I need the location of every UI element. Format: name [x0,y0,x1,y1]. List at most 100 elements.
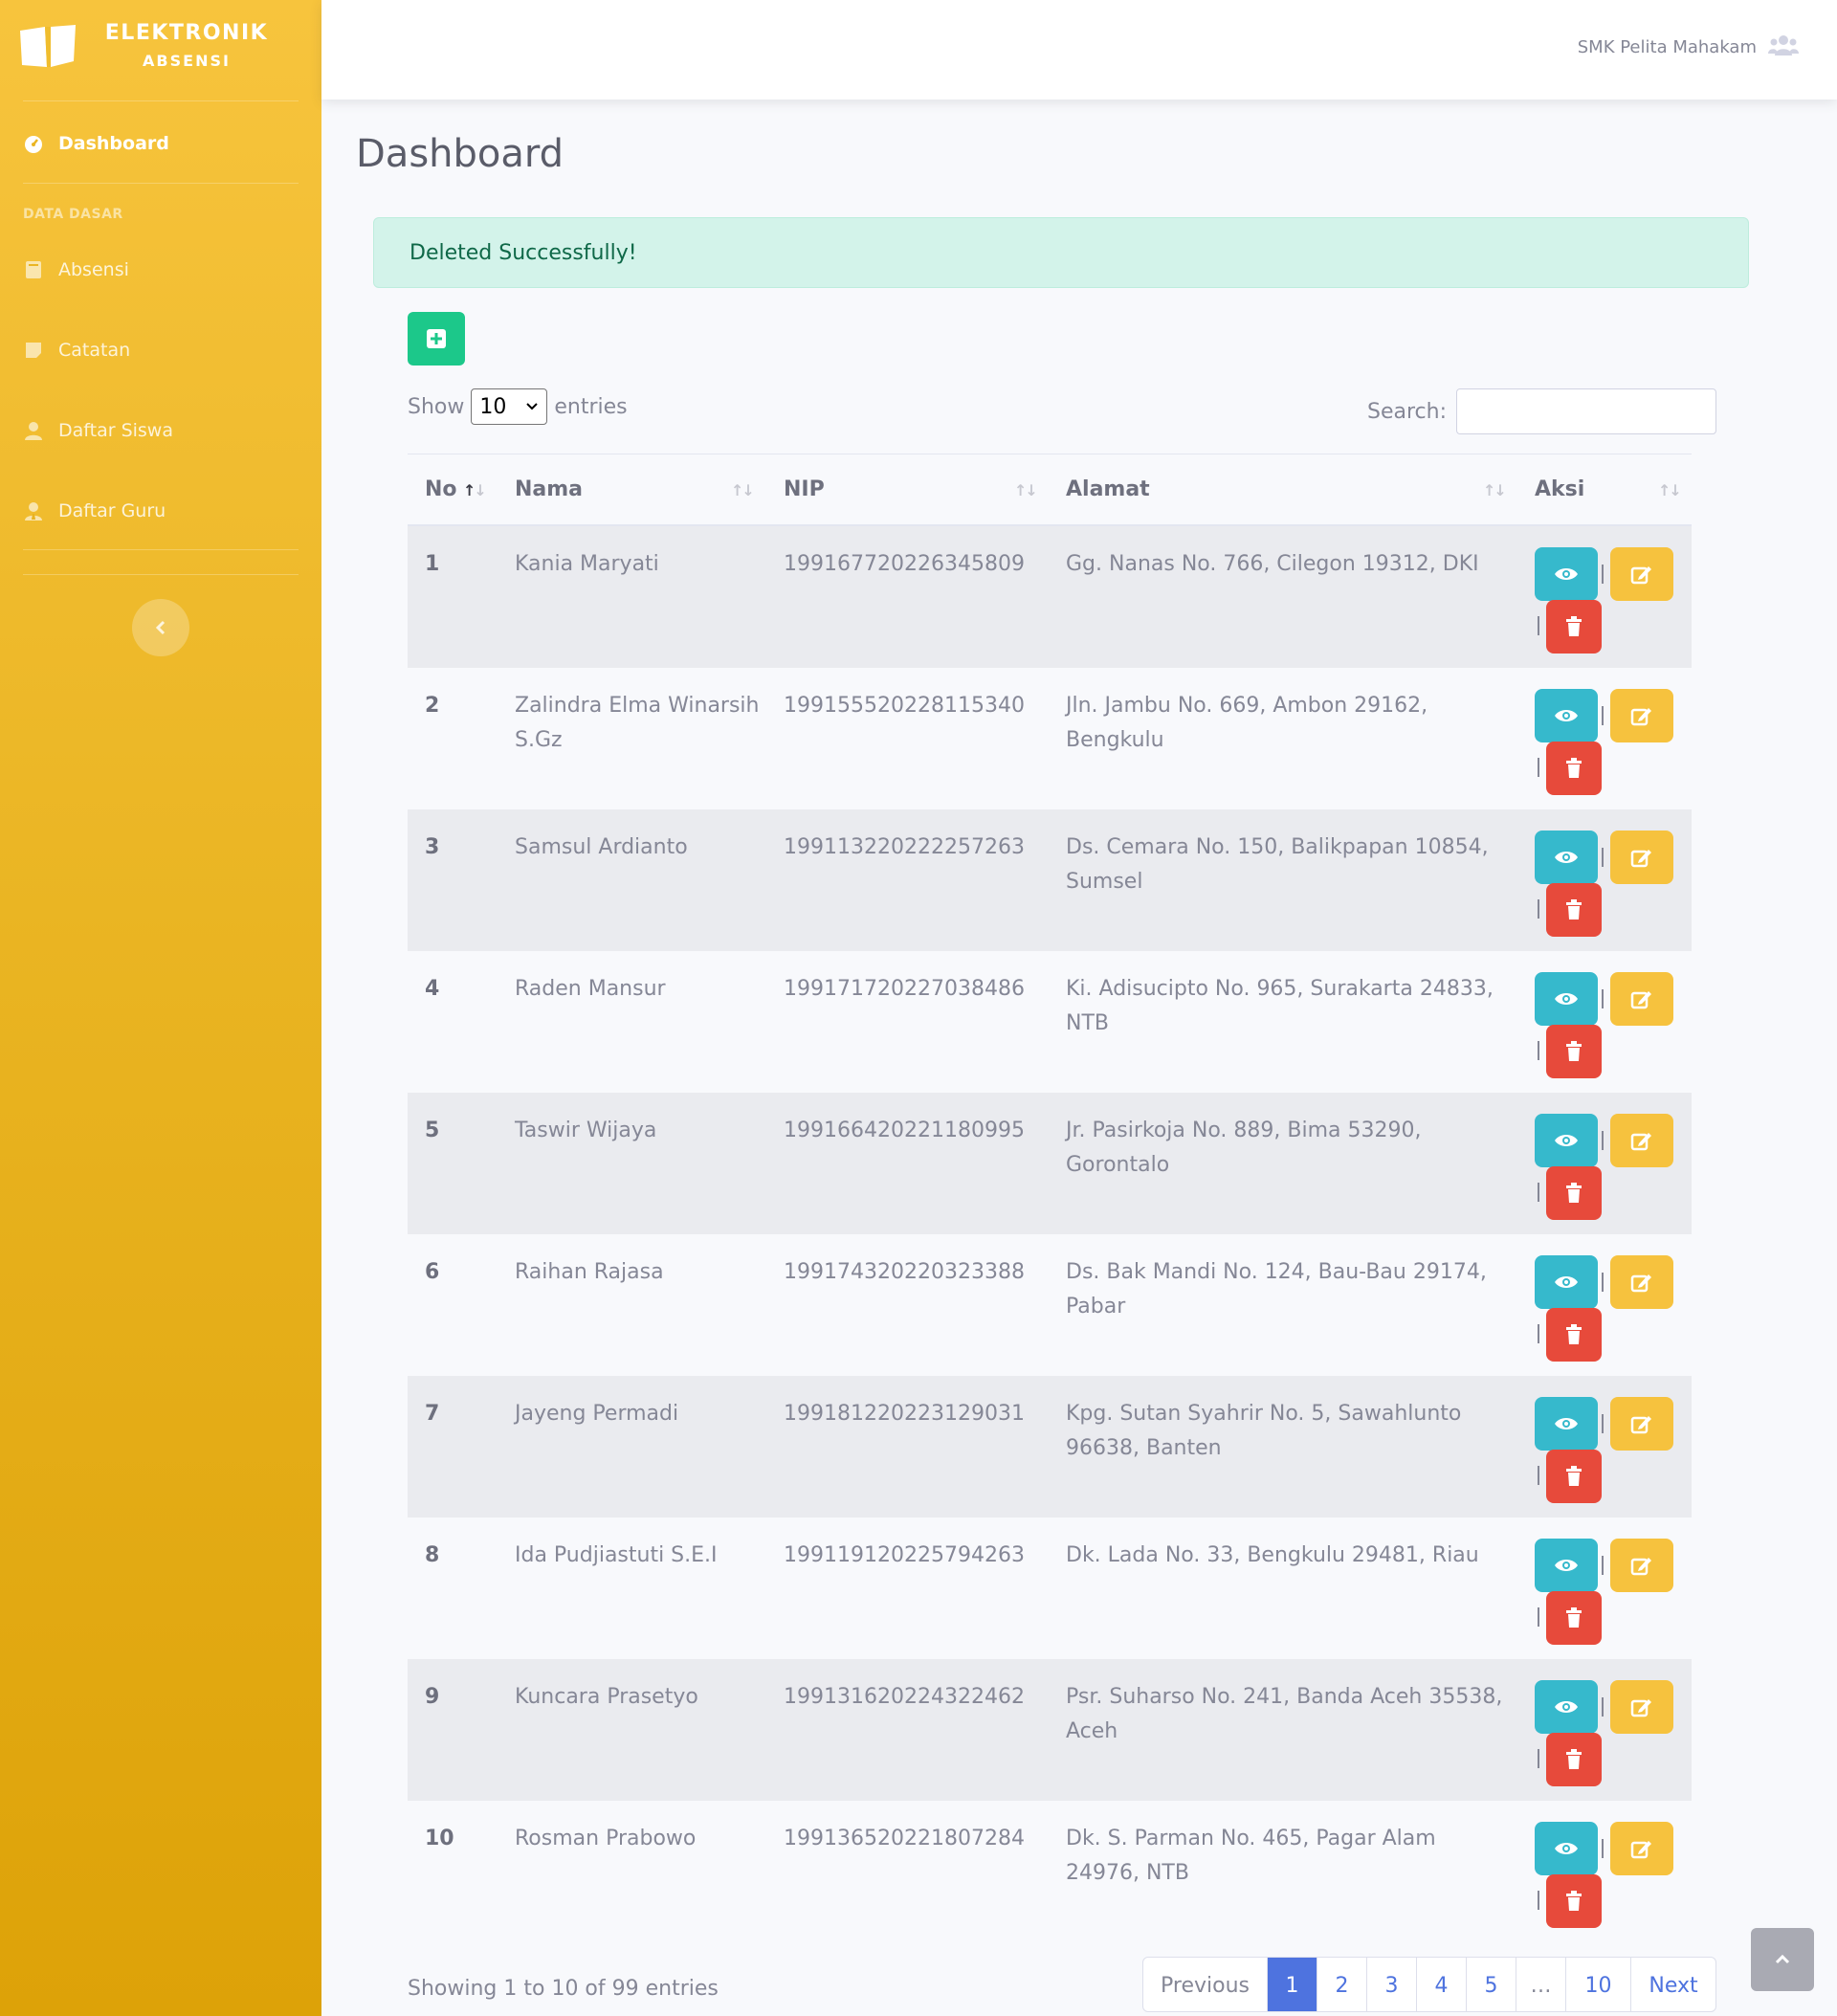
sidebar-item-dashboard[interactable]: Dashboard [0,124,321,163]
success-alert: Deleted Successfully! [373,217,1749,288]
cell-nama: Zalindra Elma Winarsih S.Gz [515,694,760,752]
view-button[interactable] [1535,689,1598,742]
cell-no: 6 [425,1260,440,1284]
page-button-1[interactable]: 1 [1268,1958,1317,2011]
eye-icon [1554,849,1579,866]
cell-nip: 199155520228115340 [784,694,1025,718]
scroll-to-top-button[interactable] [1751,1928,1814,1991]
users-icon [1768,34,1799,60]
action-separator [1602,1697,1604,1717]
delete-button[interactable] [1546,1025,1602,1078]
delete-button[interactable] [1546,1450,1602,1503]
delete-button[interactable] [1546,883,1602,937]
table-row: 10 Rosman Prabowo 199136520221807284 Dk. S.… [408,1801,1692,1942]
edit-button[interactable] [1610,831,1673,884]
delete-button[interactable] [1546,1874,1602,1928]
chevron-up-icon [1775,1954,1790,1964]
column-header-nama[interactable]: Nama [515,477,583,501]
edit-button[interactable] [1610,1114,1673,1167]
edit-button[interactable] [1610,1680,1673,1734]
view-button[interactable] [1535,1114,1598,1167]
cell-alamat: Psr. Suharso No. 241, Banda Aceh 35538, … [1066,1685,1503,1743]
show-label: Show [408,394,465,419]
delete-button[interactable] [1546,1308,1602,1362]
delete-button[interactable] [1546,1166,1602,1220]
page-button-3[interactable]: 3 [1367,1958,1417,2011]
topbar: SMK Pelita Mahakam [321,0,1837,100]
view-button[interactable] [1535,1822,1598,1875]
view-button[interactable] [1535,1255,1598,1309]
cell-nama: Jayeng Permadi [515,1402,679,1426]
view-button[interactable] [1535,1397,1598,1451]
search-control: Search: [1367,388,1716,434]
entries-value: 10 [479,394,507,419]
sidebar-toggle-button[interactable] [132,599,189,656]
cell-nama: Raihan Rajasa [515,1260,664,1284]
chevron-down-icon [526,403,539,410]
cell-no: 1 [425,552,440,576]
edit-button[interactable] [1610,689,1673,742]
cell-nip: 199119120225794263 [784,1543,1025,1567]
sidebar-item-catatan[interactable]: Catatan [0,331,321,369]
cell-nama: Raden Mansur [515,977,666,1001]
table-info: Showing 1 to 10 of 99 entries [408,1977,719,2001]
view-button[interactable] [1535,972,1598,1026]
table-row: 7 Jayeng Permadi 199181220223129031 Kpg. Su… [408,1376,1692,1518]
action-separator [1538,899,1539,919]
next-page-button[interactable]: Next [1631,1958,1715,2011]
edit-button[interactable] [1610,1822,1673,1875]
sidebar-item-daftar-guru[interactable]: Daftar Guru [0,492,321,530]
cell-no: 4 [425,977,440,1001]
cell-nama: Kuncara Prasetyo [515,1685,698,1709]
view-button[interactable] [1535,831,1598,884]
edit-icon [1630,705,1653,726]
column-header-alamat[interactable]: Alamat [1066,477,1150,501]
delete-button[interactable] [1546,1733,1602,1786]
sidebar-item-absensi[interactable]: Absensi [0,251,321,289]
entries-select[interactable]: 10 [471,388,548,425]
page-title: Dashboard [356,132,564,176]
page-button-2[interactable]: 2 [1317,1958,1367,2011]
action-separator [1538,1324,1539,1343]
delete-button[interactable] [1546,742,1602,795]
action-separator [1602,1556,1604,1575]
search-input[interactable] [1456,388,1716,434]
page-button-4[interactable]: 4 [1417,1958,1467,2011]
trash-icon [1565,1324,1582,1345]
cell-nip: 199113220222257263 [784,835,1025,859]
column-header-no[interactable]: No [425,477,457,501]
action-separator [1538,1749,1539,1768]
trash-icon [1565,1466,1582,1487]
user-name: SMK Pelita Mahakam [1577,37,1757,57]
trash-icon [1565,616,1582,637]
view-button[interactable] [1535,1680,1598,1734]
page-button-5[interactable]: 5 [1467,1958,1516,2011]
edit-button[interactable] [1610,972,1673,1026]
action-separator [1602,1273,1604,1292]
action-separator [1602,1131,1604,1150]
tachometer-icon [23,133,44,154]
cell-nama: Rosman Prabowo [515,1827,697,1850]
user-menu[interactable]: SMK Pelita Mahakam [1578,34,1799,60]
table-header: No ↑↓ Nama ↑↓ NIP ↑↓ Alamat ↑↓ Aksi ↑↓ [408,454,1692,526]
add-button[interactable] [408,312,465,366]
view-button[interactable] [1535,547,1598,601]
action-separator [1538,1891,1539,1910]
cell-no: 8 [425,1543,440,1567]
view-button[interactable] [1535,1539,1598,1592]
column-header-nip[interactable]: NIP [784,477,825,501]
sidebar-item-daftar-siswa[interactable]: Daftar Siswa [0,411,321,450]
edit-button[interactable] [1610,1539,1673,1592]
delete-button[interactable] [1546,1591,1602,1645]
page-button-10[interactable]: 10 [1566,1958,1631,2011]
cell-alamat: Ki. Adisucipto No. 965, Surakarta 24833,… [1066,977,1494,1035]
brand[interactable]: ELEKTRONIK ABSENSI [0,0,321,100]
edit-button[interactable] [1610,547,1673,601]
delete-button[interactable] [1546,600,1602,654]
sort-icon: ↑↓ [1014,481,1038,499]
column-header-aksi[interactable]: Aksi [1535,477,1584,501]
edit-button[interactable] [1610,1397,1673,1451]
edit-button[interactable] [1610,1255,1673,1309]
previous-page-button[interactable]: Previous [1143,1958,1268,2011]
action-separator [1538,1183,1539,1202]
